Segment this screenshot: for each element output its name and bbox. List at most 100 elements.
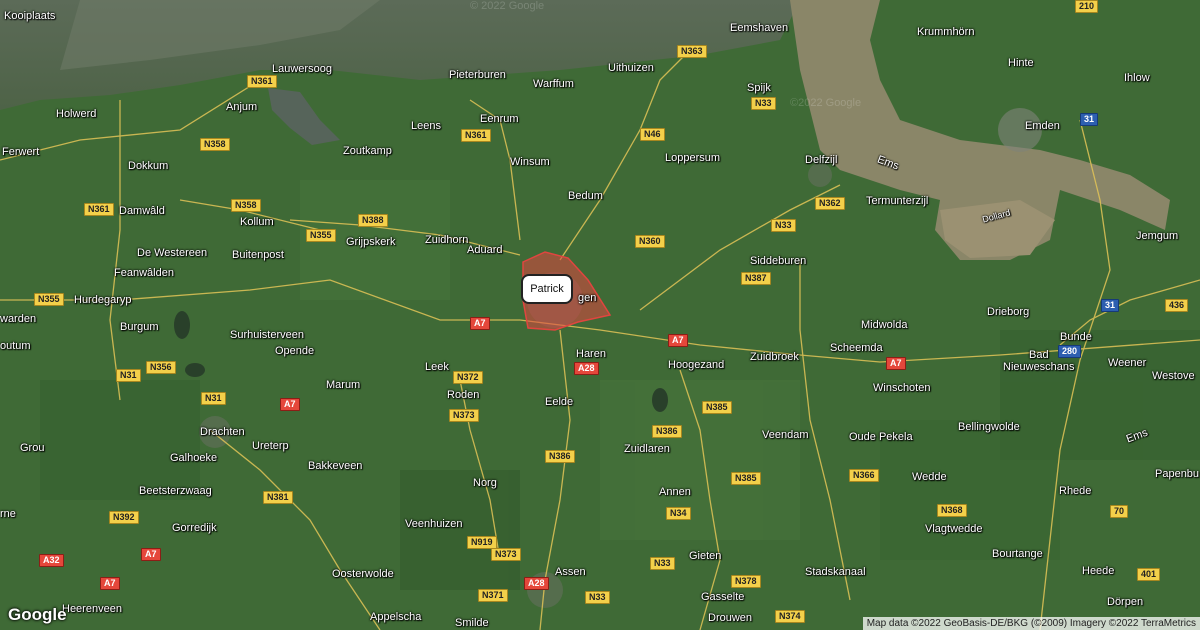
place-gorredijk: Gorredijk [172,522,217,534]
road-shield: N355 [34,293,64,306]
place-eenrum: Eenrum [480,113,519,125]
place-haren: Haren [576,348,606,360]
road-shield: N33 [650,557,675,570]
place-zuidhorn: Zuidhorn [425,234,469,246]
place-dokkum: Dokkum [128,160,169,172]
place-veendam: Veendam [762,429,809,441]
place-krummhorn: Krummhörn [917,26,975,38]
place-marum: Marum [326,379,361,391]
place-drachten: Drachten [200,426,245,438]
place-surhuisterveen: Surhuisterveen [230,329,304,341]
place-groningen-partial: gen [578,292,597,304]
place-uithuizen: Uithuizen [608,62,654,74]
road-shield: N392 [109,511,139,524]
road-shield: A7 [470,317,490,330]
road-shield: N46 [640,128,665,141]
road-shield: 70 [1110,505,1129,518]
road-shield: A28 [574,362,599,375]
place-rne: rne [0,508,16,520]
road-shield: N361 [247,75,277,88]
place-spijk: Spijk [747,82,771,94]
place-bakkeveen: Bakkeveen [308,460,363,472]
road-shield: N386 [652,425,682,438]
road-shield: A7 [280,398,300,411]
place-drouwen: Drouwen [708,612,753,624]
place-ihlow: Ihlow [1124,72,1150,84]
place-vlagtwedde: Vlagtwedde [925,523,983,535]
place-buitenpost: Buitenpost [232,249,284,261]
road-shield: N385 [702,401,732,414]
road-shield: N388 [358,214,388,227]
place-ureterp: Ureterp [252,440,289,452]
place-winsum: Winsum [510,156,550,168]
place-delfzijl: Delfzijl [805,154,838,166]
place-papenbu: Papenbu [1155,468,1200,480]
place-oude-pekela: Oude Pekela [849,431,913,443]
place-heede: Heede [1082,565,1115,577]
place-warden: warden [0,313,37,325]
place-anjum: Anjum [226,101,258,113]
place-ferwert: Ferwert [2,146,40,158]
place-opende: Opende [275,345,315,357]
road-shield: N373 [491,548,521,561]
place-midwolda: Midwolda [861,319,908,331]
road-shield: N31 [201,392,226,405]
watermark: ©2022 Google [790,97,862,109]
place-hoogezand: Hoogezand [668,359,725,371]
road-shield: N363 [677,45,707,58]
place-aduard: Aduard [467,244,503,256]
place-holwerd: Holwerd [56,108,97,120]
place-termunterzijl: Termunterzijl [866,195,929,207]
place-norg: Norg [473,477,497,489]
road-shield: 210 [1075,0,1099,13]
road-shield: N33 [771,219,796,232]
road-shield: N33 [585,591,610,604]
place-beetsterzwaag: Beetsterzwaag [139,485,212,497]
place-bedum: Bedum [568,190,603,202]
road-shield: A7 [668,334,688,347]
place-annen: Annen [659,486,691,498]
road-shield: N368 [937,504,967,517]
place-de-westereen: De Westereen [137,247,208,259]
place-dorpen: Dörpen [1107,596,1144,608]
place-grijpskerk: Grijpskerk [346,236,396,248]
place-eemshaven: Eemshaven [730,22,789,34]
map-attribution[interactable]: Map data ©2022 GeoBasis-DE/BKG (©2009) I… [862,617,1200,630]
place-weener: Weener [1108,357,1147,369]
marker-popup[interactable]: Patrick [521,274,573,304]
place-stadskanaal: Stadskanaal [805,566,866,578]
place-heerenveen: Heerenveen [62,603,122,615]
road-shield: A7 [886,357,906,370]
google-logo[interactable]: Google [8,605,67,625]
road-shield: N356 [146,361,176,374]
road-shield: N361 [461,129,491,142]
road-shield: A7 [141,548,161,561]
place-loppersum: Loppersum [665,152,721,164]
place-siddeburen: Siddeburen [750,255,807,267]
place-oosterwolde: Oosterwolde [332,568,394,580]
place-assen: Assen [555,566,586,578]
place-scheemda: Scheemda [830,342,883,354]
road-shield: A7 [100,577,120,590]
road-shield: N33 [751,97,776,110]
watermark: © 2022 Google [470,0,545,12]
place-bunde: Bunde [1060,331,1092,343]
map-canvas[interactable]: © 2022 Google ©2022 Google Kooiplaats La… [0,0,1200,630]
road-shield: A28 [524,577,549,590]
road-shield: N372 [453,371,483,384]
road-shield: N373 [449,409,479,422]
place-drieborg: Drieborg [987,306,1030,318]
place-burgum: Burgum [120,321,159,333]
road-shield: N374 [775,610,805,623]
place-winschoten: Winschoten [873,382,931,394]
place-feanwalden: Feanwâlden [114,267,174,279]
place-smilde: Smilde [455,617,489,629]
place-hinte: Hinte [1008,57,1034,69]
place-leens: Leens [411,120,441,132]
place-warffum: Warffum [533,78,574,90]
road-shield: N360 [635,235,665,248]
place-gasselte: Gasselte [701,591,745,603]
place-veenhuizen: Veenhuizen [405,518,463,530]
place-lauwersoog: Lauwersoog [272,63,332,75]
road-shield: 436 [1165,299,1189,312]
